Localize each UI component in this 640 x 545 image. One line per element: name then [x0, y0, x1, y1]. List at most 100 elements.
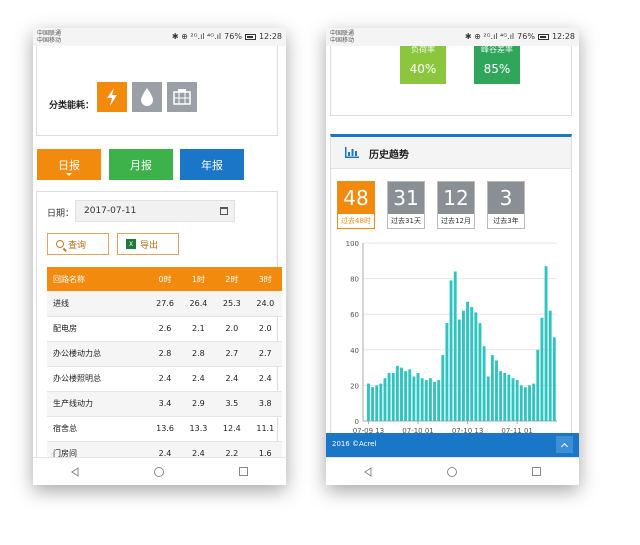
circuit-name-cell: 办公楼动力总	[47, 341, 149, 367]
query-button[interactable]: 查询	[47, 233, 109, 255]
range-3-years-button[interactable]: 3 过去3年	[487, 181, 525, 229]
water-category-button[interactable]	[132, 82, 162, 112]
range-number: 31	[388, 182, 424, 214]
chart-bar	[482, 346, 486, 421]
battery-percent: 76%	[224, 32, 242, 41]
tab-daily-report[interactable]: 日报	[37, 149, 101, 180]
column-header: 回路名称	[47, 267, 149, 291]
recent-apps-button[interactable]	[522, 462, 552, 482]
range-48-hours-button[interactable]: 48 过去48时	[337, 181, 375, 229]
value-cell: 2.6	[148, 316, 182, 342]
left-phone-screen: 中国联通 中国移动 ✱ ⊕ ²ᴳ.ıl ⁴ᴳ.ıl 76% 12:28 分类能耗…	[33, 28, 286, 485]
y-tick-label: 80	[350, 276, 359, 284]
chart-bar	[511, 378, 515, 421]
kpi-value: 85%	[483, 62, 511, 76]
building-category-button[interactable]	[167, 82, 197, 112]
chart-bar	[379, 383, 383, 421]
tab-monthly-report[interactable]: 月报	[109, 149, 173, 180]
range-12-months-button[interactable]: 12 过去12月	[437, 181, 475, 229]
y-tick-label: 40	[350, 347, 359, 355]
category-label: 分类能耗：	[49, 101, 95, 111]
y-tick-label: 60	[350, 311, 359, 319]
chart-bar	[507, 374, 511, 421]
range-31-days-button[interactable]: 31 过去31天	[387, 181, 425, 229]
chart-bar	[412, 376, 416, 421]
column-header: 2时	[215, 267, 249, 291]
back-button[interactable]	[353, 462, 383, 482]
peak-valley-rate-tile[interactable]: 峰谷差率 85%	[474, 45, 520, 84]
chart-bar	[453, 271, 457, 421]
date-value: 2017-07-11	[84, 206, 137, 216]
carrier-line-2: 中国移动	[37, 37, 62, 44]
back-triangle-icon	[71, 466, 79, 477]
chart-bar	[420, 378, 424, 421]
carrier-line-2: 中国移动	[330, 37, 355, 44]
value-cell: 2.4	[248, 366, 282, 392]
chart-bar	[404, 371, 408, 421]
electricity-category-button[interactable]	[97, 82, 127, 112]
battery-percent: 76%	[517, 32, 535, 41]
chart-bar	[478, 323, 482, 421]
value-cell: 2.9	[181, 391, 216, 417]
chart-bar	[433, 381, 436, 421]
trend-title: 历史趋势	[369, 150, 409, 161]
home-button[interactable]	[437, 462, 467, 482]
query-button-label: 查询	[68, 240, 87, 251]
value-cell: 2.4	[148, 366, 182, 392]
value-cell: 12.4	[215, 416, 249, 442]
chart-bar	[387, 372, 391, 421]
home-button[interactable]	[144, 462, 174, 482]
chart-bar	[490, 355, 494, 421]
chart-bar	[383, 378, 387, 421]
range-label: 过去48时	[341, 217, 371, 225]
value-cell: 2.8	[148, 341, 182, 367]
load-rate-tile[interactable]: 负荷率 40%	[400, 45, 446, 84]
chart-bar	[395, 365, 399, 421]
range-number: 12	[438, 182, 474, 214]
building-icon	[173, 89, 191, 105]
android-nav-bar	[33, 457, 286, 485]
value-cell: 11.1	[248, 416, 282, 442]
recent-square-icon	[239, 467, 249, 476]
chart-bar	[486, 376, 490, 421]
circuit-name-cell: 生产线动力	[47, 391, 149, 417]
column-header: 3时	[248, 267, 282, 291]
chart-bar	[441, 355, 445, 421]
value-cell: 2.7	[215, 341, 249, 367]
excel-icon: X	[126, 239, 136, 249]
y-tick-label: 20	[350, 382, 359, 390]
date-input[interactable]: 2017-07-11	[75, 200, 235, 222]
status-right: ✱ ⊕ ²ᴳ.ıl ⁴ᴳ.ıl 76% 12:28	[465, 32, 575, 41]
carrier-info: 中国联通 中国移动	[330, 30, 354, 44]
tab-yearly-report[interactable]: 年报	[180, 149, 244, 180]
value-cell: 2.7	[248, 341, 282, 367]
history-trend-chart: 02040608010007-09 13 07-10 01 07-10 13 07-1…	[346, 240, 557, 435]
clock: 12:28	[551, 32, 575, 41]
chart-bar	[375, 385, 379, 421]
table-row: 进线 27.6 26.4 25.3 24.0	[47, 291, 282, 317]
value-cell: 24.0	[248, 291, 282, 317]
table-row: 生产线动力 3.4 2.9 3.5 3.8	[47, 391, 282, 417]
export-button[interactable]: X 导出	[117, 233, 179, 255]
battery-icon	[244, 33, 256, 40]
chart-bar	[495, 360, 498, 421]
chart-bar	[400, 367, 403, 421]
value-cell: 3.8	[248, 391, 282, 417]
value-cell: 2.8	[181, 341, 216, 367]
value-cell: 25.3	[215, 291, 249, 317]
signal-icons: ✱ ⊕ ²ᴳ.ıl ⁴ᴳ.ıl	[171, 32, 222, 41]
status-bar: 中国联通 中国移动 ✱ ⊕ ²ᴳ.ıl ⁴ᴳ.ıl 76% 12:28	[33, 28, 286, 46]
chart-bar	[552, 337, 556, 421]
recent-apps-button[interactable]	[229, 462, 259, 482]
chart-bar	[449, 280, 453, 421]
value-cell: 13.3	[181, 416, 216, 442]
circuit-name-cell: 配电房	[47, 316, 149, 342]
calendar-icon[interactable]	[220, 207, 228, 215]
chevron-up-icon	[560, 442, 569, 450]
scroll-to-top-button[interactable]	[556, 436, 573, 453]
back-button[interactable]	[60, 462, 90, 482]
recent-square-icon	[532, 467, 542, 476]
value-cell: 2.1	[181, 316, 216, 342]
value-cell: 13.6	[148, 416, 182, 442]
column-header: 0时	[148, 267, 182, 291]
